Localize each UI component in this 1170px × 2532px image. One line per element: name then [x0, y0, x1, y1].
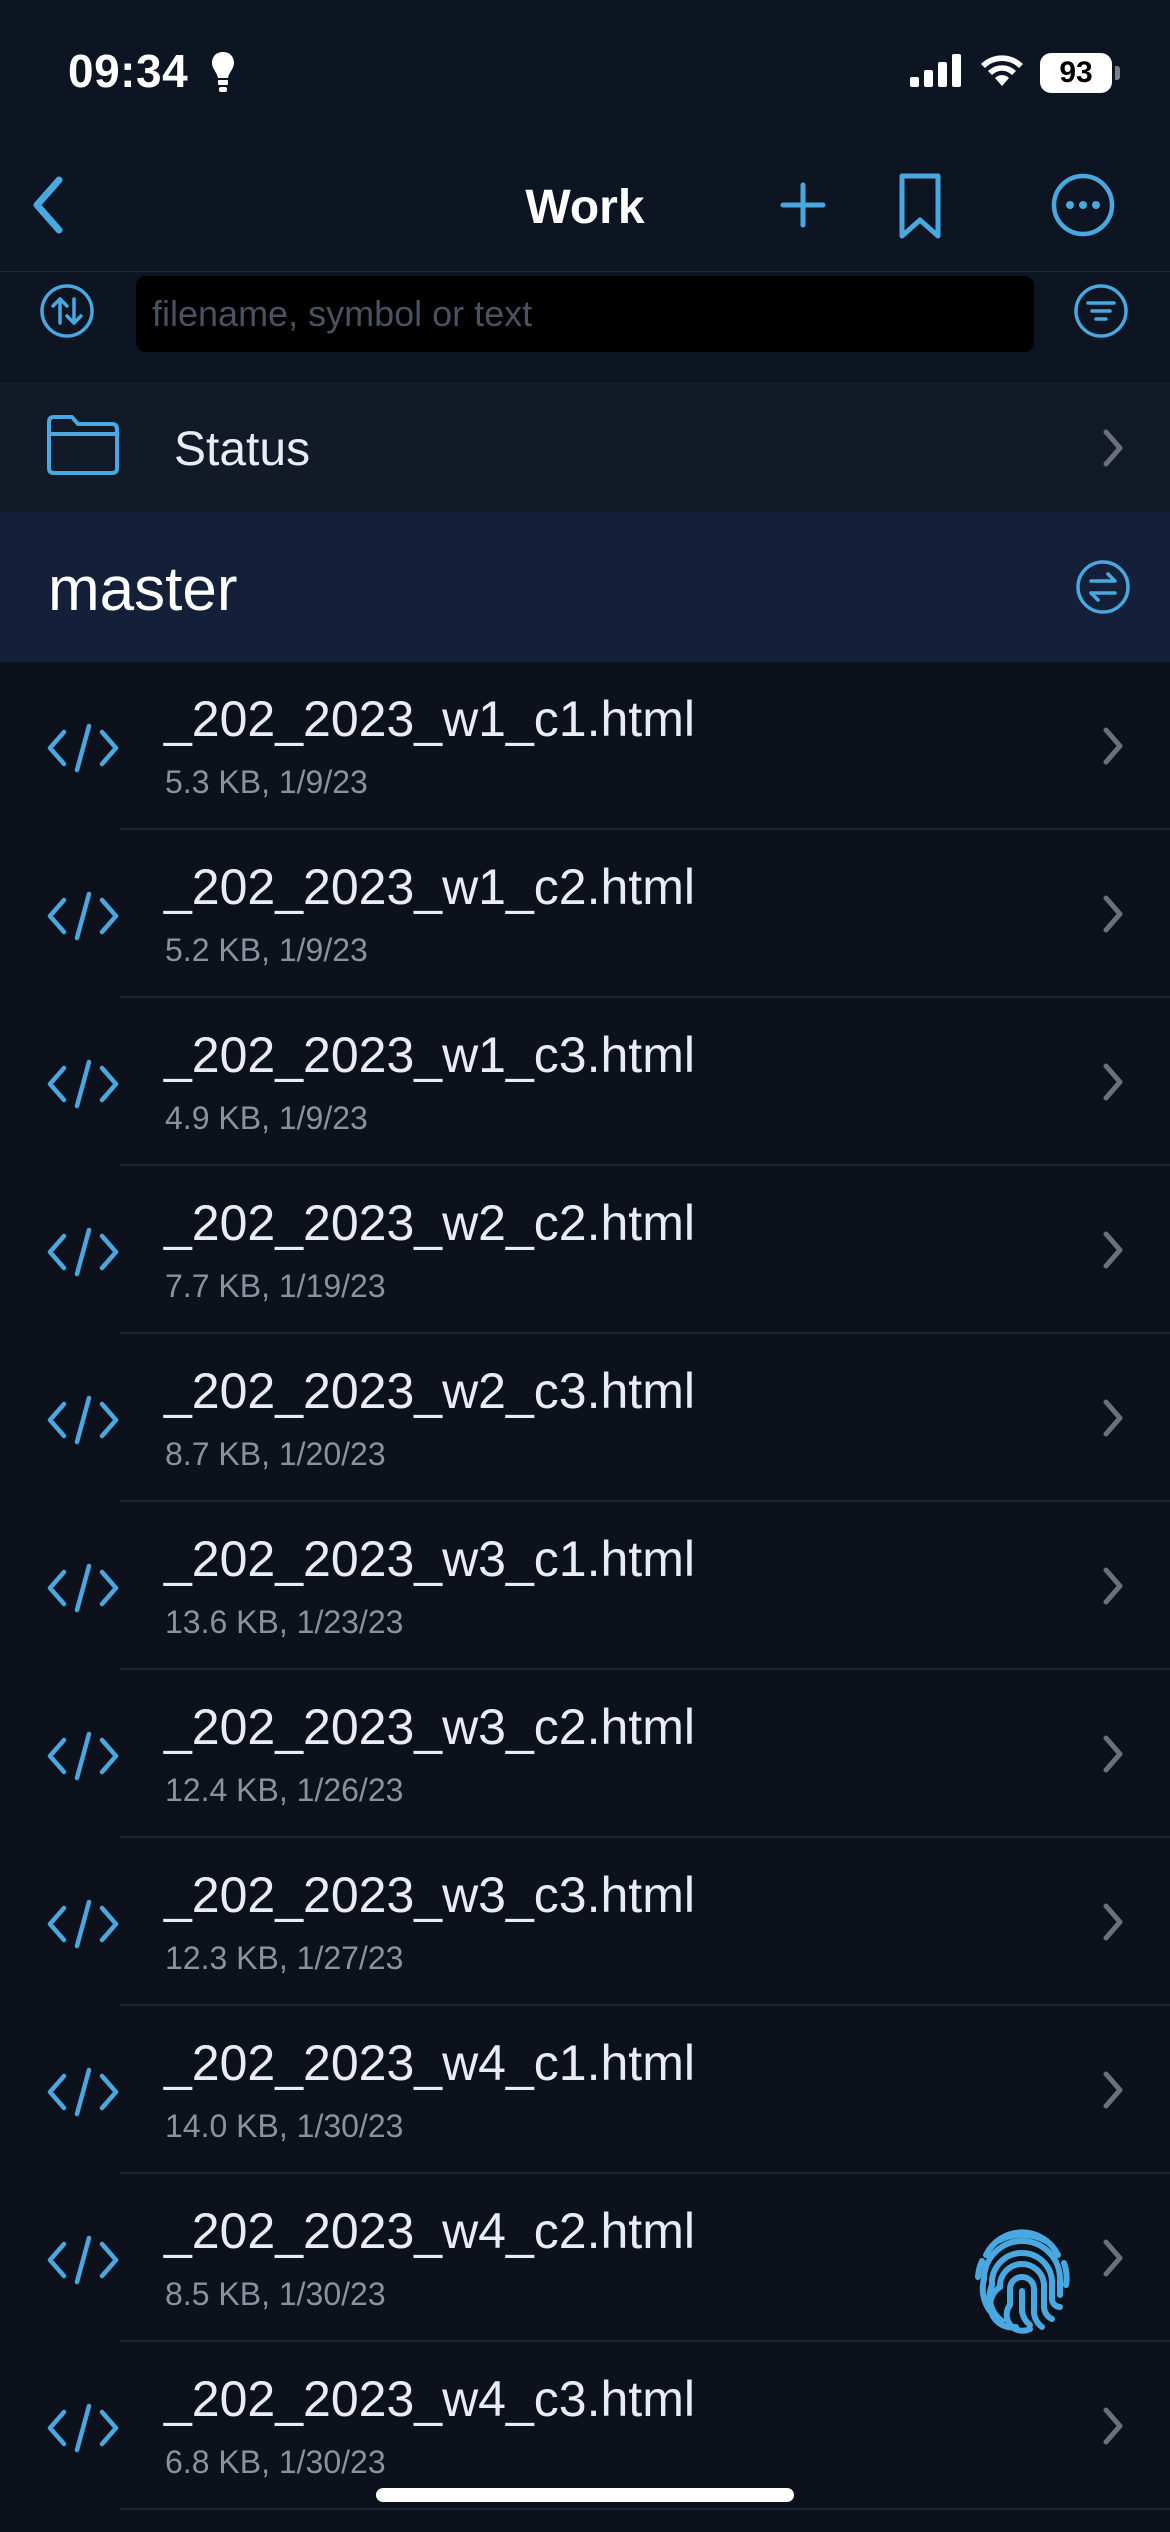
file-list-item[interactable]: _202_2023_w1_c1.html 5.3 KB, 1/9/23: [0, 662, 1170, 830]
file-meta: 5.2 KB, 1/9/23: [165, 932, 368, 968]
file-name: _202_2023_w4_c1.html: [164, 2035, 695, 2091]
ellipsis-circle-icon: [1050, 172, 1116, 243]
file-list-item[interactable]: _202_2023_w4_c3.html 6.8 KB, 1/30/23: [0, 2342, 1170, 2510]
signal-icon: [910, 53, 964, 92]
more-options-button[interactable]: [1048, 172, 1118, 242]
status-label: Status: [174, 423, 311, 476]
chevron-right-icon: [1100, 1564, 1126, 1608]
chevron-right-icon: [1100, 1228, 1126, 1272]
code-file-icon: [46, 1894, 120, 1954]
bookmark-button[interactable]: [888, 172, 952, 244]
switch-branch-button[interactable]: [1074, 559, 1132, 620]
file-name: _202_2023_w3_c2.html: [164, 1699, 695, 1755]
file-meta: 13.6 KB, 1/23/23: [165, 1604, 404, 1640]
file-name: _202_2023_w2_c2.html: [164, 1195, 695, 1251]
chevron-right-icon: [1100, 2404, 1126, 2448]
file-name: _202_2023_w4_c2.html: [164, 2203, 695, 2259]
code-file-icon: [46, 1726, 120, 1786]
search-bar: [0, 272, 1170, 382]
file-name: _202_2023_w2_c3.html: [164, 1363, 695, 1419]
file-name: _202_2023_w1_c3.html: [164, 1027, 695, 1083]
chevron-right-icon: [1100, 724, 1126, 768]
code-file-icon: [46, 2398, 120, 2458]
page-title: Work: [525, 181, 645, 234]
sort-button[interactable]: [38, 283, 96, 344]
fingerprint-button[interactable]: [952, 2204, 1092, 2354]
chevron-right-icon: [1100, 1732, 1126, 1776]
file-meta: 12.3 KB, 1/27/23: [165, 1940, 404, 1976]
code-file-icon: [46, 1390, 120, 1450]
status-time: 09:34: [68, 45, 189, 97]
file-list-item[interactable]: _202_2023_w3_c2.html 12.4 KB, 1/26/23: [0, 1670, 1170, 1838]
search-input[interactable]: [136, 276, 1034, 352]
file-list-item[interactable]: _202_2023_w3_c1.html 13.6 KB, 1/23/23: [0, 1502, 1170, 1670]
file-meta: 14.0 KB, 1/30/23: [165, 2108, 404, 2144]
file-meta: 4.9 KB, 1/9/23: [165, 1100, 368, 1136]
file-meta: 8.5 KB, 1/30/23: [165, 2276, 386, 2312]
filter-icon: [1073, 283, 1129, 344]
filter-button[interactable]: [1072, 283, 1130, 344]
file-meta: 5.3 KB, 1/9/23: [165, 764, 368, 800]
file-meta: 7.7 KB, 1/19/23: [165, 1268, 386, 1304]
folder-icon: [46, 414, 120, 481]
file-meta: 12.4 KB, 1/26/23: [165, 1772, 404, 1808]
file-name: _202_2023_w1_c2.html: [164, 859, 695, 915]
battery-indicator: 93: [1040, 52, 1120, 93]
file-list-item[interactable]: _202_2023_w1_c3.html 4.9 KB, 1/9/23: [0, 998, 1170, 1166]
code-file-icon: [46, 2230, 120, 2290]
lightbulb-icon: [210, 50, 236, 99]
chevron-right-icon: [1100, 426, 1126, 470]
chevron-right-icon: [1100, 1900, 1126, 1944]
code-file-icon: [46, 718, 120, 778]
sort-arrows-icon: [39, 283, 95, 344]
file-meta: 6.8 KB, 1/30/23: [165, 2444, 386, 2480]
file-name: _202_2023_w3_c1.html: [164, 1531, 695, 1587]
code-file-icon: [46, 1222, 120, 1282]
code-file-icon: [46, 1054, 120, 1114]
plus-icon: [779, 181, 827, 234]
fingerprint-icon: [960, 2215, 1084, 2344]
switch-arrows-icon: [1075, 559, 1131, 620]
status-bar: 09:34 93: [0, 0, 1170, 150]
navigation-bar: Work: [0, 150, 1170, 272]
file-list-item[interactable]: _202_2023_w3_c3.html 12.3 KB, 1/27/23: [0, 1838, 1170, 2006]
add-button[interactable]: [772, 176, 834, 238]
code-file-icon: [46, 1558, 120, 1618]
file-list-item[interactable]: _202_2023_w1_c2.html 5.2 KB, 1/9/23: [0, 830, 1170, 998]
file-name: _202_2023_w4_c3.html: [164, 2371, 695, 2427]
file-list-item[interactable]: _202_2023_w2_c3.html 8.7 KB, 1/20/23: [0, 1334, 1170, 1502]
chevron-right-icon: [1100, 1060, 1126, 1104]
code-file-icon: [46, 886, 120, 946]
status-folder-item[interactable]: Status: [0, 382, 1170, 512]
file-name: _202_2023_w1_c1.html: [164, 691, 695, 747]
bookmark-icon: [897, 172, 943, 245]
status-indicators: 93: [910, 52, 1120, 93]
chevron-right-icon: [1100, 1396, 1126, 1440]
battery-level: 93: [1059, 55, 1093, 89]
wifi-icon: [978, 52, 1026, 93]
code-file-icon: [46, 2062, 120, 2122]
file-name: _202_2023_w3_c3.html: [164, 1867, 695, 1923]
file-meta: 8.7 KB, 1/20/23: [165, 1436, 386, 1472]
branch-header: master: [0, 512, 1170, 662]
branch-name: master: [48, 555, 238, 624]
file-list-item[interactable]: _202_2023_w2_c2.html 7.7 KB, 1/19/23: [0, 1166, 1170, 1334]
chevron-right-icon: [1100, 892, 1126, 936]
row-divider: [120, 2508, 1170, 2510]
chevron-right-icon: [1100, 2068, 1126, 2112]
battery-tip: [1115, 65, 1120, 80]
file-list-item[interactable]: _202_2023_w4_c1.html 14.0 KB, 1/30/23: [0, 2006, 1170, 2174]
chevron-right-icon: [1100, 2236, 1126, 2280]
home-indicator[interactable]: [376, 2488, 794, 2502]
